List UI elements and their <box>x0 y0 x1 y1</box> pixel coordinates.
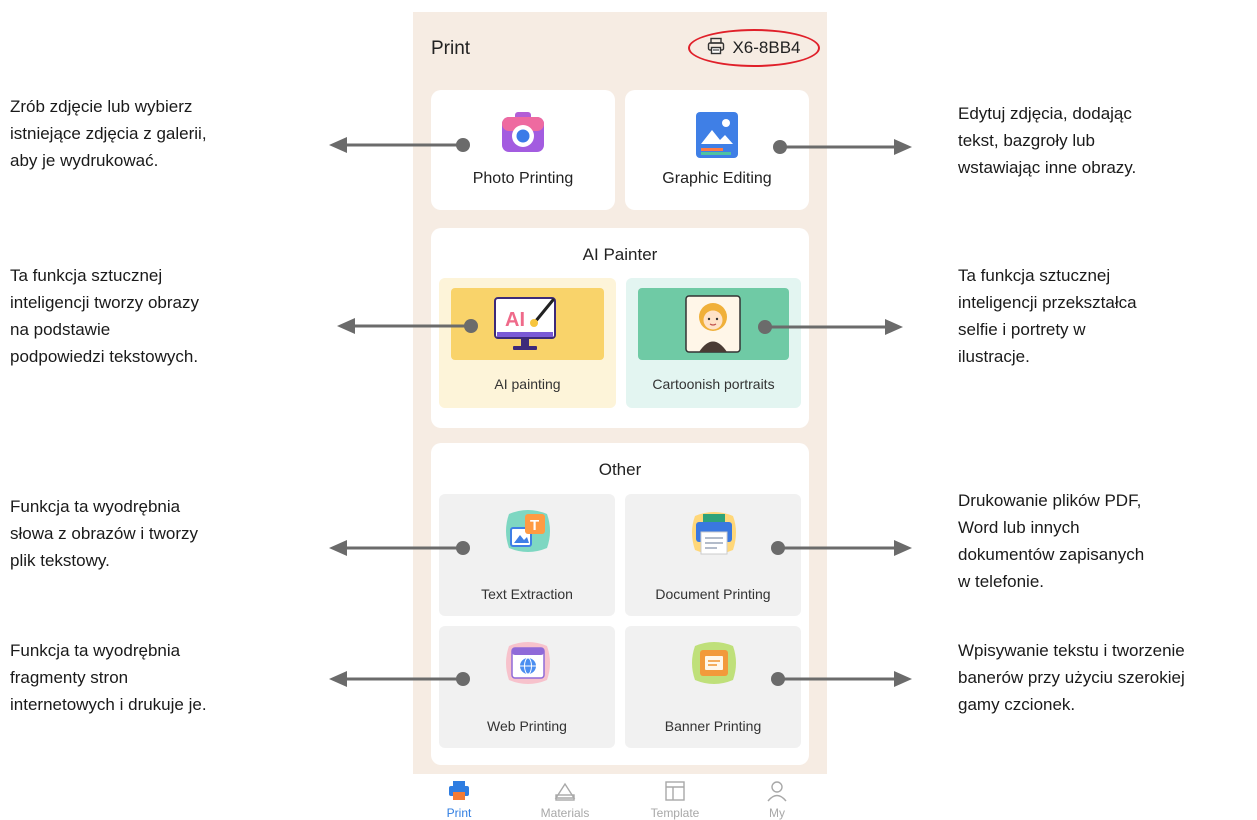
arrow-photo-printing <box>329 137 470 153</box>
photo-printing-label: Photo Printing <box>472 170 574 187</box>
nav-print[interactable]: Print <box>429 780 489 820</box>
svg-text:AI: AI <box>505 309 525 331</box>
arrow-banner-printing <box>771 671 912 687</box>
annotation-document-printing: Drukowanie plików PDF, Word lub innych dok… <box>958 491 1145 591</box>
graphic-editing-label: Graphic Editing <box>662 170 772 187</box>
bottom-nav: Print Materials Template My <box>413 774 827 820</box>
camera-icon <box>499 110 547 159</box>
svg-text:T: T <box>530 517 539 534</box>
annotation-banner-printing: Wpisywanie tekstu i tworzenie banerów prz… <box>958 641 1185 714</box>
monitor-brush-icon: AI <box>491 292 567 361</box>
image-icon <box>693 110 741 165</box>
print-nav-icon <box>448 781 470 805</box>
nav-my[interactable]: My <box>747 780 807 820</box>
ai-painting-label: AI painting <box>494 376 561 392</box>
device-name: X6-8BB4 <box>732 38 801 57</box>
arrow-document-printing <box>771 540 912 556</box>
arrow-text-extraction <box>329 540 470 556</box>
annotation-cartoonish-portraits: Ta funkcja sztucznej inteligencji przeksz… <box>958 266 1137 366</box>
banner-printing-label: Banner Printing <box>664 718 762 734</box>
annotation-photo-printing: Zrób zdjęcie lub wybierz istniejące zdjęc… <box>10 97 207 170</box>
arrow-graphic-editing <box>773 139 912 155</box>
arrow-cartoonish-portraits <box>758 319 903 335</box>
user-icon <box>766 781 788 805</box>
nav-materials[interactable]: Materials <box>535 780 595 820</box>
cartoonish-portraits-tile[interactable]: Cartoonish portraits <box>626 278 801 408</box>
globe-icon <box>501 636 555 695</box>
cartoonish-portraits-label: Cartoonish portraits <box>652 376 775 392</box>
page-title: Print <box>431 38 471 59</box>
document-printer-icon <box>687 504 741 565</box>
text-extraction-label: Text Extraction <box>481 586 573 602</box>
other-section: Other T Text Extraction Document Printin… <box>431 443 809 765</box>
annotation-text-extraction: Funkcja ta wyodrębnia słowa z obrazów i t… <box>10 497 199 570</box>
arrow-ai-painting <box>337 318 478 334</box>
materials-icon <box>554 782 576 805</box>
arrow-web-printing <box>329 671 470 687</box>
annotation-graphic-editing: Edytuj zdjęcia, dodając tekst, bazgroły l… <box>958 104 1137 177</box>
ai-painting-tile[interactable]: AI AI painting <box>439 278 616 408</box>
other-title: Other <box>598 460 642 479</box>
text-extract-icon: T <box>501 504 555 563</box>
document-printing-label: Document Printing <box>655 586 771 602</box>
print-screen: Print X6-8BB4 Photo Printing Graphic Edi… <box>413 12 827 774</box>
banner-icon <box>687 636 741 695</box>
template-icon <box>664 781 686 805</box>
annotation-ai-painting: Ta funkcja sztucznej inteligencji tworzy … <box>10 266 199 366</box>
device-selector[interactable]: X6-8BB4 <box>688 29 820 67</box>
printer-icon <box>707 37 725 60</box>
ai-painter-section: AI Painter AI AI painting Cartoonish por… <box>431 228 809 428</box>
nav-template[interactable]: Template <box>645 780 705 820</box>
annotation-web-printing: Funkcja ta wyodrębnia fragmenty stron inte… <box>10 641 207 714</box>
web-printing-label: Web Printing <box>487 718 567 734</box>
portrait-icon <box>685 295 741 358</box>
ai-painter-title: AI Painter <box>582 245 658 264</box>
